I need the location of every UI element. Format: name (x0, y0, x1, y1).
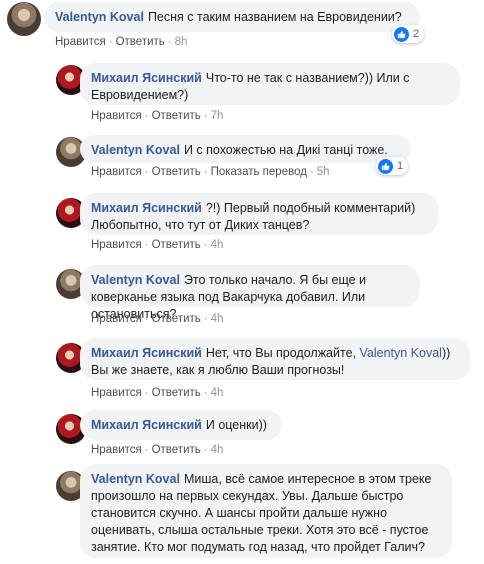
mention-link[interactable]: Valentyn Koval (359, 346, 441, 360)
timestamp[interactable]: 4h (211, 444, 224, 456)
like-link[interactable]: Нравится (55, 36, 106, 48)
reaction-number: 1 (397, 160, 404, 172)
comment-author[interactable]: Valentyn Koval (91, 472, 180, 486)
comment-actions: Нравится · Ответить · 8h (55, 36, 188, 48)
comment-actions: Нравится · Ответить · 4h (91, 313, 224, 325)
comment-text: И оценки)) (205, 418, 267, 432)
comment-actions: Нравится · Ответить · 4h (91, 239, 224, 251)
comment-bubble: Valentyn Koval И с похожестью на Дикі тан… (80, 135, 411, 163)
avatar-valentyn[interactable] (7, 2, 41, 36)
comment-author[interactable]: Valentyn Koval (91, 143, 180, 157)
reaction-count[interactable]: 1 (376, 157, 409, 175)
comment-author[interactable]: Valentyn Koval (55, 10, 144, 24)
like-link[interactable]: Нравится (91, 313, 142, 325)
reply-link[interactable]: Ответить (152, 166, 201, 178)
reply-link[interactable]: Ответить (116, 36, 165, 48)
comment-actions: Нравится · Ответить · Показать перевод · 5h (91, 166, 330, 178)
like-link[interactable]: Нравится (91, 387, 142, 399)
translate-link[interactable]: Показать перевод (211, 166, 307, 178)
timestamp[interactable]: 7h (211, 110, 224, 122)
comment-author[interactable]: Михаил Ясинский (91, 71, 202, 85)
comment-bubble: Михаил Ясинский И оценки)) (80, 410, 282, 440)
comment-text: Песня с таким названием на Евровидении? (147, 10, 402, 24)
timestamp[interactable]: 4h (211, 313, 224, 325)
timestamp[interactable]: 5h (317, 166, 330, 178)
timestamp[interactable]: 4h (211, 239, 224, 251)
comment-author[interactable]: Михаил Ясинский (91, 201, 202, 215)
reply-link[interactable]: Ответить (152, 387, 201, 399)
comment-bubble: Valentyn Koval Песня с таким названием на… (44, 2, 420, 32)
reply-link[interactable]: Ответить (152, 313, 201, 325)
comment-bubble: Михаил Ясинский Нет, что Вы продолжайте, … (80, 338, 470, 380)
comment-bubble: Михаил Ясинский?!) Первый подобный комме… (80, 193, 438, 235)
reply-link[interactable]: Ответить (152, 239, 201, 251)
reply-link[interactable]: Ответить (152, 444, 201, 456)
comment-author[interactable]: Михаил Ясинский (91, 346, 202, 360)
reaction-count[interactable]: 2 (392, 25, 425, 43)
comment-actions: Нравится · Ответить · 4h (91, 444, 224, 456)
reply-link[interactable]: Ответить (152, 110, 201, 122)
comment-text: Нет, что Вы продолжайте, (205, 346, 356, 360)
comment-actions: Нравится · Ответить · 4h (91, 387, 224, 399)
like-link[interactable]: Нравится (91, 110, 142, 122)
timestamp[interactable]: 8h (175, 36, 188, 48)
reaction-number: 2 (413, 28, 420, 40)
comment-bubble: Valentyn Koval Миша, всё самое интересное… (80, 464, 452, 558)
comment-author[interactable]: Valentyn Koval (91, 273, 180, 287)
timestamp[interactable]: 4h (211, 387, 224, 399)
thumbs-up-icon (394, 26, 409, 42)
like-link[interactable]: Нравится (91, 444, 142, 456)
comment-bubble: Valentyn Koval Это только начало. Я бы ещ… (80, 265, 420, 321)
comment-author[interactable]: Михаил Ясинский (91, 418, 202, 432)
comment-actions: Нравится · Ответить · 7h (91, 110, 224, 122)
like-link[interactable]: Нравится (91, 239, 142, 251)
comment-text: И с похожестью на Дикі танці тоже. (183, 143, 388, 157)
like-link[interactable]: Нравится (91, 166, 142, 178)
comment-bubble: Михаил Ясинский Что-то не так с названием… (80, 63, 460, 105)
thumbs-up-icon (378, 158, 393, 174)
